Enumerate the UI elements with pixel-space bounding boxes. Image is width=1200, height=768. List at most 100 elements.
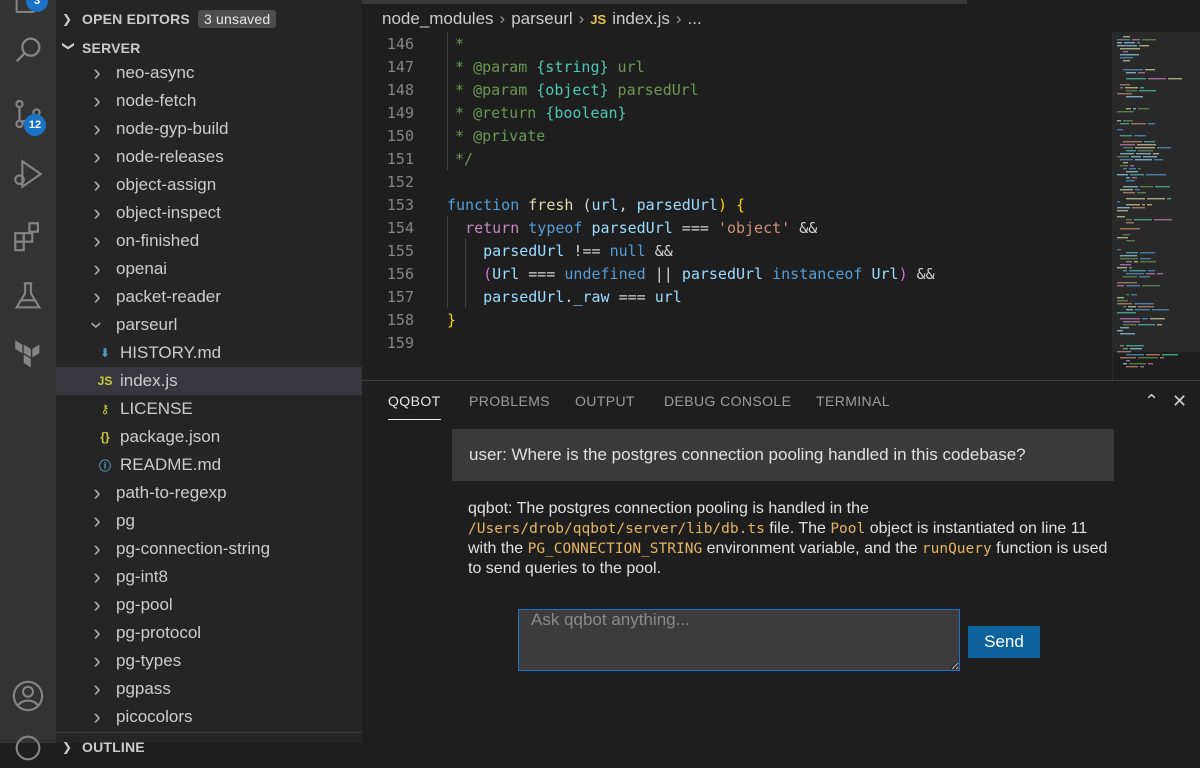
chevron-right-icon: › xyxy=(578,9,585,28)
explorer-sidebar: ❯ OPEN EDITORS 3 unsaved ❯ SERVER › neo-a… xyxy=(56,0,402,755)
tree-item[interactable]: ⓘ README.md xyxy=(56,451,402,479)
tree-item[interactable]: › object-assign xyxy=(56,171,396,199)
open-editors-header[interactable]: ❯ OPEN EDITORS 3 unsaved xyxy=(56,5,362,33)
code-token: fresh xyxy=(528,195,574,214)
code-line[interactable]: 158} xyxy=(362,308,456,331)
code-token: {string} xyxy=(536,57,609,76)
line-number: 148 xyxy=(386,80,414,99)
line-number: 146 xyxy=(386,34,414,53)
account-icon[interactable] xyxy=(8,676,48,716)
code-token: ( xyxy=(573,195,592,214)
tree-item[interactable]: › neo-async xyxy=(56,59,396,87)
tree-item[interactable]: ⬇ HISTORY.md xyxy=(56,339,402,367)
tab-terminal[interactable]: TERMINAL xyxy=(816,393,890,419)
tab-debug-console[interactable]: DEBUG CONSOLE xyxy=(664,393,791,419)
tab-problems[interactable]: PROBLEMS xyxy=(469,393,550,419)
code-line[interactable]: 159 xyxy=(362,331,414,354)
breadcrumb-node-modules[interactable]: node_modules xyxy=(382,9,494,29)
terraform-icon[interactable] xyxy=(8,336,48,376)
send-button[interactable]: Send xyxy=(968,626,1040,658)
unsaved-badge: 3 unsaved xyxy=(197,10,277,28)
code-line[interactable]: 149 * @return {boolean} xyxy=(362,101,627,124)
code-line[interactable]: 156 (Url === undefined || parsedUrl inst… xyxy=(362,262,935,285)
code-token: * xyxy=(455,80,474,99)
line-number: 150 xyxy=(386,126,414,145)
code-line[interactable]: 147 * @param {string} url xyxy=(362,55,645,78)
chevron-right-icon: ❯ xyxy=(62,740,73,754)
tree-item[interactable]: › packet-reader xyxy=(56,283,396,311)
chevron-right-icon: › xyxy=(499,9,506,28)
settings-gear-icon[interactable] xyxy=(8,728,48,768)
env-var-code: PG_CONNECTION_STRING xyxy=(527,541,703,557)
minimap-slider[interactable] xyxy=(1113,32,1200,352)
tree-item[interactable]: › pgpass xyxy=(56,675,396,703)
code-line[interactable]: 146 * xyxy=(362,32,464,55)
indent-guide xyxy=(447,32,448,170)
code-line[interactable]: 154 return typeof parsedUrl === 'object'… xyxy=(362,216,817,239)
code-token: parsedUrl xyxy=(608,80,699,99)
tree-item[interactable]: › on-finished xyxy=(56,227,396,255)
tree-item[interactable]: › path-to-regexp xyxy=(56,479,396,507)
tab-output[interactable]: OUTPUT xyxy=(575,393,635,419)
breadcrumb-index-js[interactable]: index.js xyxy=(612,9,670,29)
tree-item[interactable]: › picocolors xyxy=(56,703,396,731)
outline-header[interactable]: ❯ OUTLINE xyxy=(56,732,362,761)
code-line[interactable]: 153 function fresh (url, parsedUrl) { xyxy=(362,193,745,216)
tree-item[interactable]: › pg xyxy=(56,507,396,535)
code-line[interactable]: 155 parsedUrl !== null && xyxy=(362,239,673,262)
tree-item[interactable]: › pg-pool xyxy=(56,591,396,619)
open-editors-label: OPEN EDITORS xyxy=(82,11,190,27)
tree-item[interactable]: › node-releases xyxy=(56,143,396,171)
tree-item[interactable]: › node-fetch xyxy=(56,87,396,115)
tree-item[interactable]: › pg-int8 xyxy=(56,563,396,591)
code-token: , xyxy=(618,195,637,214)
tree-item[interactable]: › pg-protocol xyxy=(56,619,396,647)
run-debug-icon[interactable] xyxy=(8,154,48,194)
tree-item[interactable]: › parseurl xyxy=(56,311,396,339)
license-key-icon: ⚷ xyxy=(100,402,110,416)
server-folder-header[interactable]: ❯ SERVER xyxy=(56,34,362,62)
search-icon[interactable] xyxy=(8,30,48,70)
minimap[interactable] xyxy=(1112,32,1200,380)
breadcrumb-parseurl[interactable]: parseurl xyxy=(511,9,572,29)
tree-item[interactable]: › node-gyp-build xyxy=(56,115,396,143)
tab-qqbot[interactable]: QQBOT xyxy=(388,393,441,420)
tree-item[interactable]: › openai xyxy=(56,255,396,283)
maximize-panel-chevron-up-icon[interactable]: ⌃ xyxy=(1144,391,1159,412)
minimap-line xyxy=(1138,357,1158,359)
code-line[interactable]: 152 xyxy=(362,170,414,193)
breadcrumb-symbols[interactable]: ... xyxy=(688,9,702,29)
indent-guide xyxy=(465,239,466,308)
tree-item-label: pg-types xyxy=(116,651,182,670)
bot-message-text: environment variable, and the xyxy=(702,540,922,557)
code-line[interactable]: 151 */ xyxy=(362,147,473,170)
chevron-right-icon: › xyxy=(93,200,101,225)
code-text: */ xyxy=(455,150,473,168)
tree-item[interactable]: {} package.json xyxy=(56,423,402,451)
ask-qqbot-input[interactable] xyxy=(518,609,960,671)
tree-item-label: package.json xyxy=(120,427,221,446)
tree-item[interactable]: JS index.js xyxy=(56,367,402,395)
code-line[interactable]: 157 parsedUrl._raw === url xyxy=(362,285,682,308)
code-line[interactable]: 148 * @param {object} parsedUrl xyxy=(362,78,699,101)
chevron-down-icon: › xyxy=(85,321,110,329)
tree-item[interactable]: › pg-connection-string xyxy=(56,535,396,563)
tree-item[interactable]: ⚷ LICENSE xyxy=(56,395,402,423)
tree-item-label: pgpass xyxy=(116,679,171,698)
extensions-icon[interactable] xyxy=(8,216,48,256)
tree-item[interactable]: › object-inspect xyxy=(56,199,396,227)
code-token: {object} xyxy=(536,80,609,99)
code-token: return xyxy=(465,218,520,237)
testing-flask-icon[interactable] xyxy=(8,276,48,316)
chevron-right-icon: › xyxy=(93,88,101,113)
tree-item-label: HISTORY.md xyxy=(120,343,222,362)
code-token: 'object' xyxy=(717,218,791,237)
code-line[interactable]: 150 * @private xyxy=(362,124,545,147)
minimap-line xyxy=(1148,363,1153,365)
minimap-line xyxy=(1126,354,1144,356)
close-panel-icon[interactable]: ✕ xyxy=(1172,391,1187,412)
tree-item[interactable]: › pg-types xyxy=(56,647,396,675)
info-icon: ⓘ xyxy=(98,458,111,473)
